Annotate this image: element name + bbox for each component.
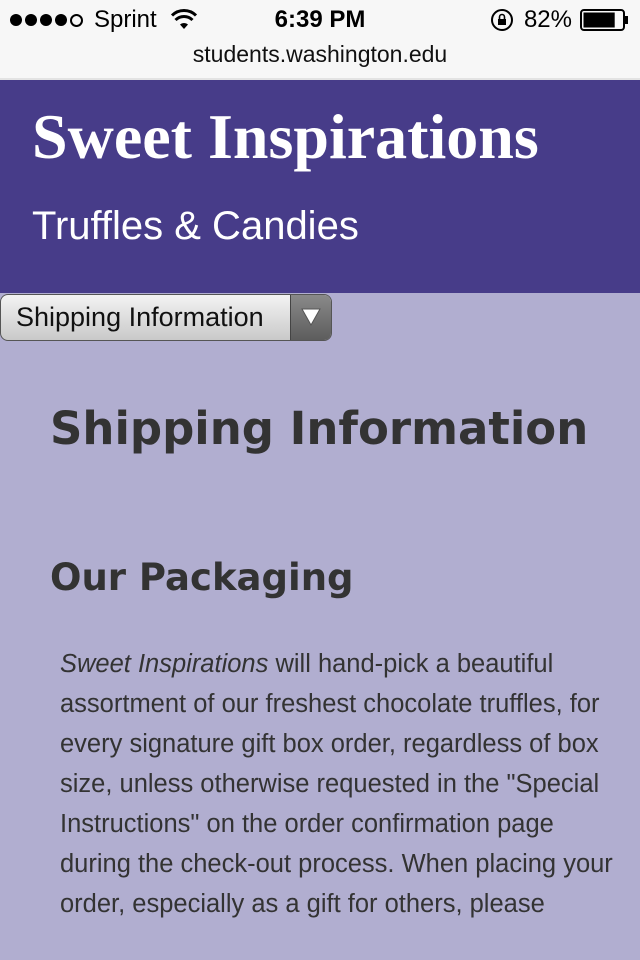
dropdown-arrow[interactable] xyxy=(290,295,331,340)
section-heading: Our Packaging xyxy=(50,556,354,599)
url-bar[interactable]: students.washington.edu xyxy=(0,40,640,78)
battery-icon xyxy=(580,9,628,31)
site-title: Sweet Inspirations xyxy=(32,101,539,172)
status-bar: Sprint 6:39 PM 82% xyxy=(0,0,640,40)
chevron-down-icon xyxy=(301,308,321,326)
packaging-paragraph: Sweet Inspirations will hand-pick a beau… xyxy=(60,644,620,924)
status-right: 82% xyxy=(490,6,630,34)
nav-select-value[interactable]: Shipping Information xyxy=(16,302,264,333)
rotation-lock-icon xyxy=(490,9,513,31)
page-nav-select[interactable]: Shipping Information xyxy=(0,294,332,341)
site-subtitle: Truffles & Candies xyxy=(32,204,359,248)
paragraph-text: will hand-pick a beautiful assortment of… xyxy=(60,650,613,918)
brand-name: Sweet Inspirations xyxy=(60,650,269,678)
url-domain[interactable]: students.washington.edu xyxy=(193,41,447,67)
battery-percent: 82% xyxy=(523,6,572,33)
site-header: Sweet Inspirations Truffles & Candies xyxy=(0,80,640,293)
page-title: Shipping Information xyxy=(50,402,589,455)
